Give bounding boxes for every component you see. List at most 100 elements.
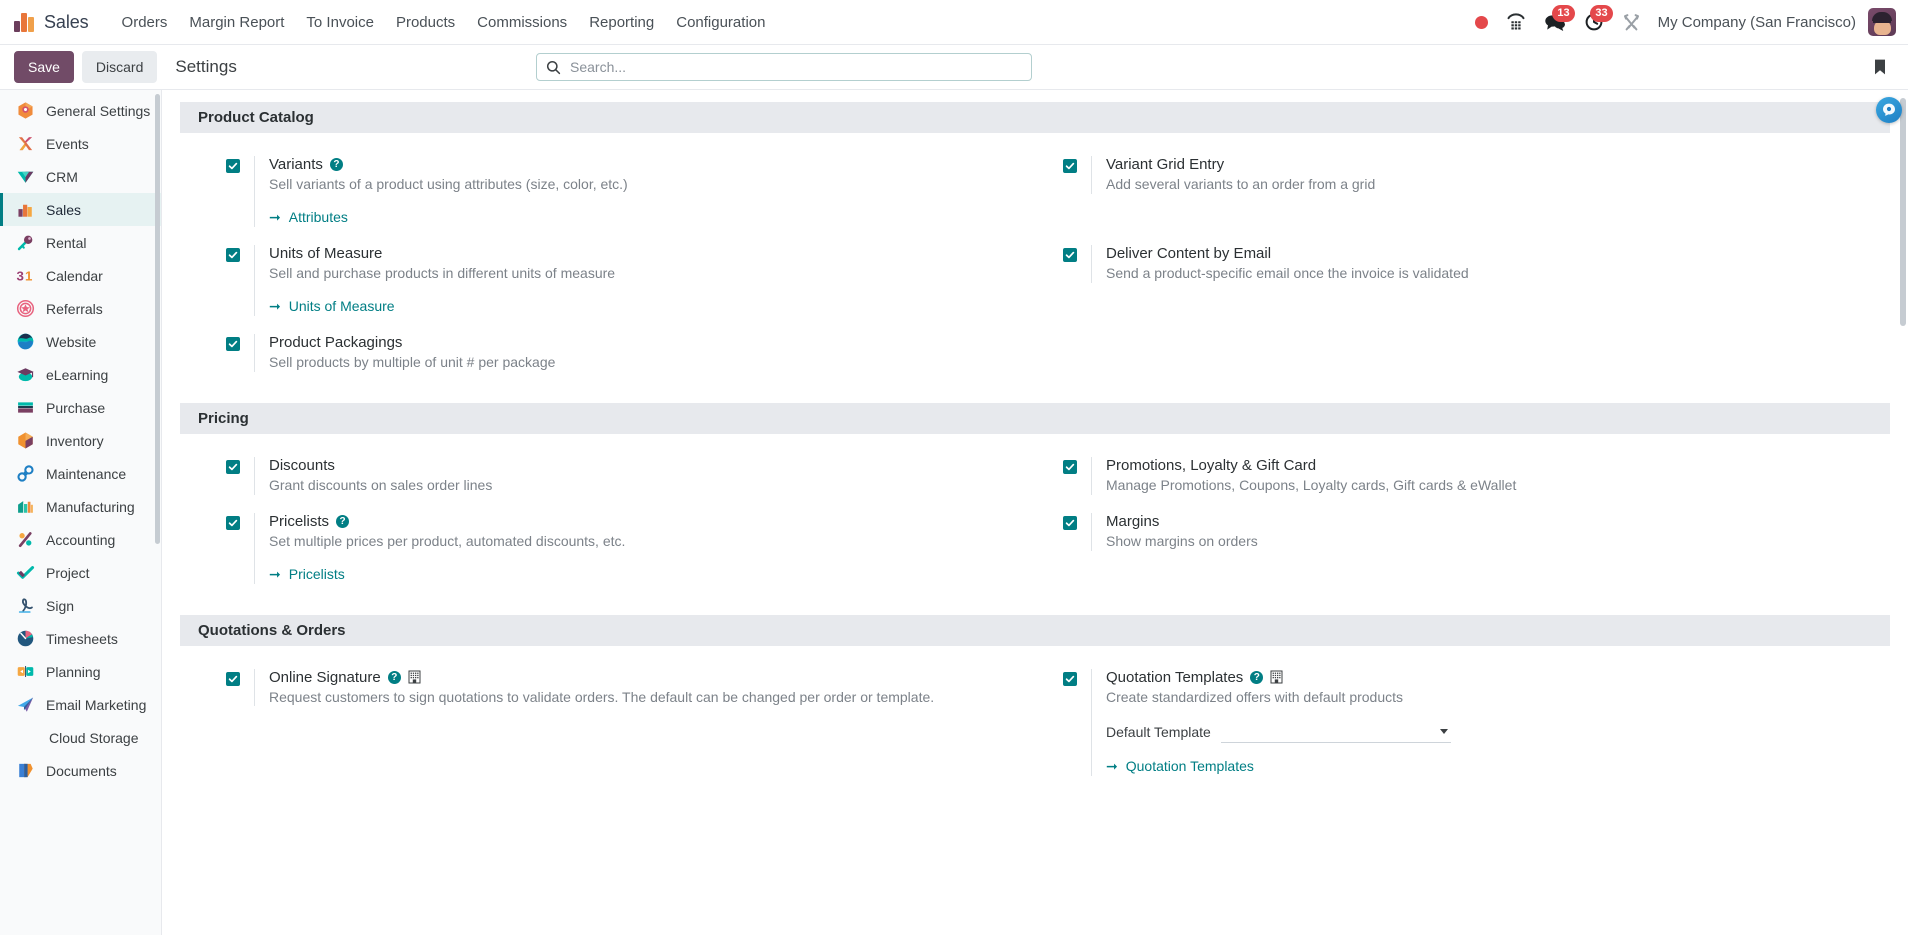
setting-online-signature: Online Signature ? Request customers to …: [198, 660, 1035, 786]
setting-content: Product Packagings Sell products by mult…: [254, 333, 1009, 372]
setting-title-row: Discounts: [269, 457, 1009, 474]
arrow-right-icon: ➞: [269, 297, 281, 314]
sidebar-item-email-marketing[interactable]: Email Marketing: [0, 688, 161, 721]
sidebar-item-referrals[interactable]: Referrals: [0, 292, 161, 325]
referrals-icon: [15, 299, 35, 319]
search-input[interactable]: [570, 59, 1022, 75]
online-signature-checkbox[interactable]: [226, 671, 240, 686]
sidebar-item-manufacturing[interactable]: Manufacturing: [0, 490, 161, 523]
help-icon[interactable]: ?: [387, 670, 401, 684]
discounts-checkbox[interactable]: [226, 459, 240, 474]
company-switcher[interactable]: My Company (San Francisco): [1650, 14, 1866, 31]
setting-label: Variants: [269, 156, 323, 173]
menu-item-to-invoice[interactable]: To Invoice: [295, 8, 385, 37]
menu-item-reporting[interactable]: Reporting: [578, 8, 665, 37]
sidebar-item-rental[interactable]: Rental: [0, 226, 161, 259]
variant-grid-entry-checkbox[interactable]: [1063, 159, 1077, 173]
quotation-templates-checkbox[interactable]: [1063, 671, 1077, 686]
units-of-measure-link[interactable]: ➞ Units of Measure: [269, 298, 395, 314]
setting-margins: Margins Show margins on orders: [1035, 504, 1872, 593]
sidebar-item-website[interactable]: Website: [0, 325, 161, 358]
sidebar-item-purchase[interactable]: Purchase: [0, 391, 161, 424]
messages-icon[interactable]: 13: [1535, 0, 1575, 45]
attributes-link[interactable]: ➞ Attributes: [269, 209, 348, 225]
record-dot-icon[interactable]: [1466, 0, 1497, 45]
menu-item-commissions[interactable]: Commissions: [466, 8, 578, 37]
pricelists-link[interactable]: ➞ Pricelists: [269, 566, 345, 582]
menu-item-configuration[interactable]: Configuration: [665, 8, 776, 37]
settings-scrollbar[interactable]: [1900, 98, 1906, 326]
company-specific-icon[interactable]: [1270, 670, 1283, 684]
sidebar-item-elearning[interactable]: eLearning: [0, 358, 161, 391]
website-icon: [15, 332, 35, 352]
search-bar[interactable]: [536, 53, 1032, 81]
setting-label: Product Packagings: [269, 333, 403, 351]
pricelists-checkbox[interactable]: [226, 515, 240, 530]
discard-button[interactable]: Discard: [81, 50, 158, 84]
control-panel-right: [1866, 54, 1894, 80]
menu-item-products[interactable]: Products: [385, 8, 466, 37]
units-of-measure-checkbox[interactable]: [226, 247, 240, 262]
menu-item-orders[interactable]: Orders: [111, 8, 179, 37]
sidebar-item-calendar[interactable]: 3 1 Calendar: [0, 259, 161, 292]
developer-tools-icon[interactable]: [1613, 0, 1650, 45]
settings-scroll[interactable]: Product Catalog Variants ? Sell variants…: [162, 90, 1908, 935]
setting-label: Variant Grid Entry: [1106, 156, 1225, 173]
section-title: Pricing: [180, 402, 1890, 434]
sidebar-item-events[interactable]: Events: [0, 127, 161, 160]
setting-content: Discounts Grant discounts on sales order…: [254, 456, 1009, 495]
sidebar-scrollbar[interactable]: [155, 94, 160, 544]
sidebar-item-maintenance[interactable]: Maintenance: [0, 457, 161, 490]
odoo-assistant-icon[interactable]: [1876, 97, 1902, 123]
app-name[interactable]: Sales: [44, 12, 89, 33]
settings-section: Quotations & Orders Online Signature ? R…: [162, 614, 1908, 808]
setting-description: Request customers to sign quotations to …: [269, 688, 935, 705]
setting-label: Units of Measure: [269, 244, 383, 262]
activities-clock-icon[interactable]: 33: [1575, 0, 1613, 45]
voip-dialpad-icon[interactable]: [1497, 0, 1535, 45]
sidebar-item-inventory[interactable]: Inventory: [0, 424, 161, 457]
deliver-content-by-email-checkbox[interactable]: [1063, 247, 1077, 262]
setting-content: Deliver Content by Email Send a product-…: [1091, 244, 1846, 283]
crm-icon: [15, 167, 35, 187]
promotions-loyalty-gift-card-checkbox[interactable]: [1063, 459, 1077, 474]
planning-icon: [15, 662, 35, 682]
help-icon[interactable]: ?: [329, 158, 343, 171]
sidebar-item-label: Documents: [46, 762, 117, 779]
sidebar-item-planning[interactable]: Planning: [0, 655, 161, 688]
sidebar-item-timesheets[interactable]: Timesheets: [0, 622, 161, 655]
sidebar-item-sales[interactable]: Sales: [0, 193, 161, 226]
sidebar-item-general-settings[interactable]: General Settings: [0, 94, 161, 127]
quotation-templates-link[interactable]: ➞ Quotation Templates: [1106, 758, 1254, 774]
sidebar-scroll[interactable]: General Settings Events CRM Sales Rental…: [0, 90, 161, 935]
default-template-select[interactable]: [1220, 721, 1451, 744]
variants-checkbox[interactable]: [226, 159, 240, 173]
help-icon[interactable]: ?: [1250, 670, 1264, 684]
sidebar-item-cloud-storage[interactable]: Cloud Storage: [0, 721, 161, 754]
sidebar-item-documents[interactable]: Documents: [0, 754, 161, 787]
avatar[interactable]: [1868, 8, 1896, 36]
sidebar-item-label: Referrals: [46, 300, 103, 317]
sidebar-item-sign[interactable]: Sign: [0, 589, 161, 622]
setting-quotation-templates: Quotation Templates ? Create standardize…: [1035, 660, 1872, 786]
bookmark-icon[interactable]: [1866, 54, 1894, 80]
sidebar-item-crm[interactable]: CRM: [0, 160, 161, 193]
company-specific-icon[interactable]: [408, 670, 421, 684]
arrow-right-icon: ➞: [1106, 758, 1118, 775]
setting-description: Sell products by multiple of unit # per …: [269, 353, 556, 370]
sidebar-item-accounting[interactable]: Accounting: [0, 523, 161, 556]
menu-item-margin-report[interactable]: Margin Report: [178, 8, 295, 37]
svg-text:1: 1: [25, 268, 33, 283]
margins-checkbox[interactable]: [1063, 515, 1077, 530]
checkbox-wrap: [1063, 156, 1091, 173]
sidebar-item-label: Maintenance: [46, 465, 127, 482]
help-icon[interactable]: ?: [336, 514, 350, 528]
sales-icon: [15, 200, 35, 220]
activities-badge: 33: [1590, 4, 1613, 22]
save-button[interactable]: Save: [14, 50, 74, 84]
sidebar-item-project[interactable]: Project: [0, 556, 161, 589]
product-packagings-checkbox[interactable]: [226, 336, 240, 351]
setting-content: Variant Grid Entry Add several variants …: [1091, 156, 1846, 194]
setting-units-of-measure: Units of Measure Sell and purchase produ…: [198, 236, 1035, 325]
odoo-app-logo[interactable]: [14, 12, 34, 32]
